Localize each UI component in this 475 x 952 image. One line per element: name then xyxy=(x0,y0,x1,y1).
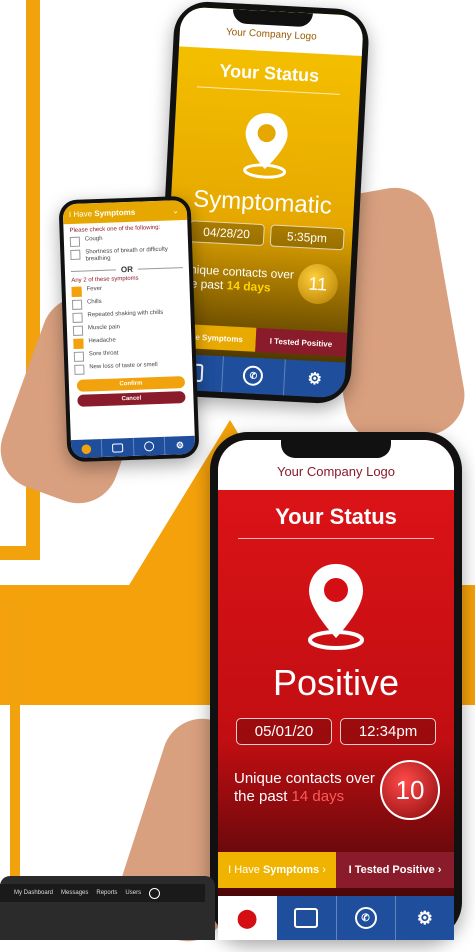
symptom-group-2: Fever Chills Repeated shaking with chills M… xyxy=(66,283,193,375)
location-pin-icon xyxy=(242,113,288,179)
checkbox[interactable] xyxy=(72,325,84,336)
symptom-label: Shortness of breath or difficulty breath… xyxy=(85,246,168,263)
form-header-prefix: I Have xyxy=(68,208,93,219)
divider xyxy=(238,538,434,539)
phone-symptoms-form: I Have Symptoms ⌄ Please check one of th… xyxy=(58,195,200,463)
form-header: I Have Symptoms ⌄ xyxy=(62,199,188,225)
checkbox[interactable] xyxy=(72,312,83,323)
symptom-option[interactable]: Muscle pain xyxy=(72,322,191,336)
date-field: 05/01/20 xyxy=(236,718,332,745)
symptoms-button-bold: Symptoms xyxy=(262,864,320,876)
checkbox[interactable] xyxy=(70,249,81,260)
checkbox[interactable] xyxy=(73,351,85,362)
contacts-count-badge: 10 xyxy=(380,760,440,820)
time-field: 12:34pm xyxy=(340,718,436,745)
camera-icon xyxy=(294,908,319,928)
contacts-days: 14 days xyxy=(291,788,345,805)
tab-phone[interactable] xyxy=(133,436,166,456)
contacts-count-badge: 11 xyxy=(296,262,339,306)
symptom-label: Chills xyxy=(86,298,102,306)
contacts-label: Unique contacts over the past 14 days xyxy=(234,770,375,806)
nav-dashboard[interactable]: My Dashboard xyxy=(14,890,53,896)
tab-status[interactable]: ⬤ xyxy=(70,439,103,459)
page-title: Your Status xyxy=(275,504,397,529)
phone-positive: Your Company Logo Your Status Positive 0… xyxy=(210,432,462,940)
symptom-option[interactable]: Shortness of breath or difficulty breath… xyxy=(70,246,188,264)
contacts-line1: Unique contacts over xyxy=(234,770,375,787)
checkbox-checked[interactable] xyxy=(71,286,82,297)
checkbox[interactable] xyxy=(74,364,85,375)
symptom-option[interactable]: Sore throat xyxy=(73,348,192,362)
gear-icon: ⚙ xyxy=(416,907,433,928)
phone-icon: ✆ xyxy=(354,907,377,929)
gear-icon: ⚙ xyxy=(307,370,323,389)
symptom-option[interactable]: Repeated shaking with chills xyxy=(72,309,190,323)
or-label: OR xyxy=(120,264,134,275)
cancel-button[interactable]: Cancel xyxy=(77,391,186,407)
laptop-nav: My Dashboard Messages Reports Users xyxy=(0,884,205,902)
page-title: Your Status xyxy=(218,60,320,86)
checkbox[interactable] xyxy=(69,236,81,248)
symptoms-button-prefix: I Have xyxy=(228,864,260,876)
tab-settings[interactable]: ⚙ xyxy=(284,359,346,398)
contacts-prefix: the past xyxy=(234,788,288,805)
chevron-right-icon: › xyxy=(437,864,442,876)
symptom-label: New loss of taste or smell xyxy=(89,362,158,371)
symptom-label: Repeated shaking with chills xyxy=(87,309,164,319)
tab-settings[interactable]: ⚙ xyxy=(396,896,454,940)
time-field: 5:35pm xyxy=(269,224,345,251)
laptop: My Dashboard Messages Reports Users xyxy=(0,876,215,940)
divider xyxy=(196,86,340,95)
tab-phone[interactable]: ✆ xyxy=(222,356,286,396)
checkbox-checked[interactable] xyxy=(73,338,84,349)
location-pin-icon: ⬤ xyxy=(237,907,258,928)
symptom-option[interactable]: Fever xyxy=(71,283,189,297)
confirm-button[interactable]: Confirm xyxy=(76,376,186,392)
symptoms-button[interactable]: I Have Symptoms › xyxy=(218,852,336,888)
date-field: 04/28/20 xyxy=(188,220,265,247)
tab-camera[interactable] xyxy=(277,896,337,940)
tab-phone[interactable]: ✆ xyxy=(337,896,396,940)
contacts-line2: the past 14 days xyxy=(234,788,375,806)
tab-camera[interactable] xyxy=(102,437,134,457)
status-text: Symptomatic xyxy=(192,185,333,220)
user-icon[interactable] xyxy=(149,887,161,899)
symptom-group-1: Cough Shortness of breath or difficulty b… xyxy=(64,233,189,264)
tab-bar: ⬤ ✆ ⚙ xyxy=(218,896,454,940)
symptom-option[interactable]: Cough xyxy=(69,233,188,248)
symptom-label: Cough xyxy=(84,235,103,243)
symptom-label: Fever xyxy=(86,285,103,293)
symptom-label: Muscle pain xyxy=(87,324,121,332)
phone-icon xyxy=(143,441,154,452)
contacts-label: Unique contacts over the past 14 days xyxy=(180,262,294,296)
chevron-right-icon: › xyxy=(322,864,326,876)
nav-reports[interactable]: Reports xyxy=(96,890,117,896)
phone-icon: ✆ xyxy=(242,365,264,387)
symptom-label: Sore throat xyxy=(88,350,119,358)
tested-positive-button[interactable]: I Tested Positive › xyxy=(336,852,454,888)
phone-notch xyxy=(281,440,391,458)
checkbox[interactable] xyxy=(71,299,83,310)
location-pin-icon: ⬤ xyxy=(81,442,92,454)
camera-icon xyxy=(111,442,124,453)
tab-bar: ⬤ ⚙ xyxy=(70,435,196,459)
tested-positive-label: I Tested Positive xyxy=(348,864,435,876)
gear-icon: ⚙ xyxy=(175,439,185,450)
form-header-bold: Symptoms xyxy=(94,207,136,218)
symptom-option[interactable]: New loss of taste or smell xyxy=(74,361,192,375)
nav-messages[interactable]: Messages xyxy=(61,890,88,896)
symptom-option[interactable]: Headache xyxy=(73,335,191,349)
symptom-option[interactable]: Chills xyxy=(71,296,190,310)
tab-settings[interactable]: ⚙ xyxy=(165,436,196,455)
location-pin-icon xyxy=(308,564,364,650)
contacts-days: 14 days xyxy=(226,278,272,295)
chevron-down-icon[interactable]: ⌄ xyxy=(172,206,179,215)
nav-users[interactable]: Users xyxy=(125,890,141,896)
status-text: Positive xyxy=(272,662,400,703)
tab-status[interactable]: ⬤ xyxy=(218,896,278,940)
symptom-label: Headache xyxy=(88,337,116,345)
tested-positive-button[interactable]: I Tested Positive xyxy=(254,327,348,357)
